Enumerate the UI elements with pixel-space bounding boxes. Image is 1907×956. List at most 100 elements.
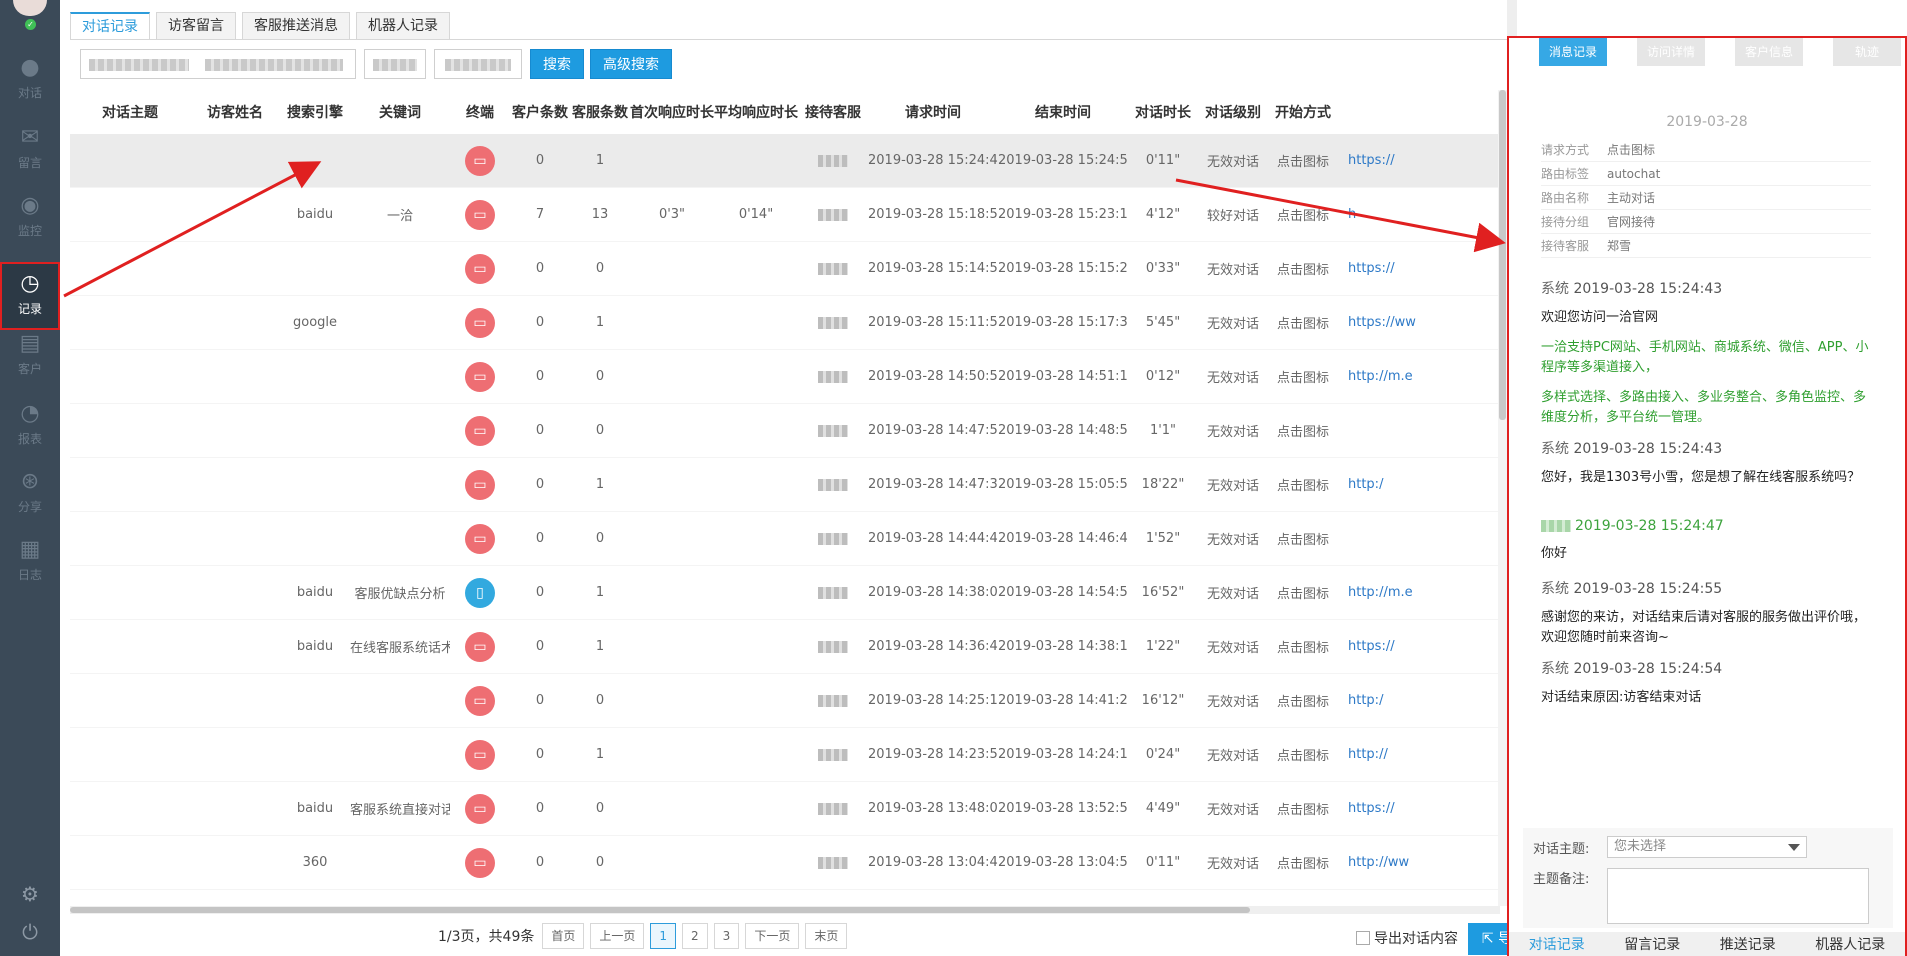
url-link[interactable]: http:// [1338,747,1450,762]
table-cell: 点击图标 [1276,533,1329,548]
nav-item-share[interactable]: ⊛ 分享 [0,460,60,524]
table-cell [798,639,868,654]
table-cell: 1 [595,747,605,762]
column-header: 请求时间 [905,105,961,121]
table-cell: 2019-03-28 14:23:52 [868,747,998,762]
table-row[interactable]: ▭ 0 0 2019-03-28 14:44:49 2019-03-28 14:46:4… [70,512,1500,566]
tab-conversation-records[interactable]: 对话记录 [70,12,150,39]
url-link[interactable]: http:/ [1338,693,1450,708]
desktop-device-icon: ▭ [465,199,495,230]
table-cell: 2019-03-28 14:51:10 [998,369,1128,384]
topic-select[interactable]: 您未选择 [1607,836,1807,858]
table-cell: 2019-03-28 14:47:55 [868,423,998,438]
info-row: 接待分组 官网接待 [1541,210,1871,234]
table-cell: 2019-03-28 14:54:53 [998,585,1128,600]
table-cell: 点击图标 [1276,587,1329,602]
nav-item-monitor[interactable]: ◉ 监控 [0,184,60,248]
table-row[interactable]: baidu 客服优缺点分析 ▯ 0 1 2019-03-28 14:38:00 2019-0… [70,566,1500,620]
tab-visitor-messages[interactable]: 访客留言 [156,12,236,39]
bottom-tab-conversation-records[interactable]: 对话记录 [1529,934,1585,954]
table-cell: 1 [595,315,605,330]
date-range-input[interactable] [80,49,356,79]
url-link[interactable]: http://m.e [1338,585,1450,600]
table-cell: 点击图标 [1276,857,1329,872]
panel-tab-track[interactable]: 轨迹 [1833,38,1901,66]
export-icon: ⇱ [1481,931,1494,947]
nav-item-reports[interactable]: ◔ 报表 [0,392,60,456]
table-cell [798,207,868,222]
table-row[interactable]: ▭ 0 1 2019-03-28 14:23:52 2019-03-28 14:24:1… [70,728,1500,782]
url-link[interactable]: http:/ [1338,477,1450,492]
first-page-button[interactable]: 首页 [542,923,585,949]
bottom-tab-message-records[interactable]: 留言记录 [1624,934,1680,954]
table-cell: 无效对话 [1206,263,1259,278]
advanced-search-button[interactable]: 高级搜索 [590,49,672,79]
page-button-3[interactable]: 3 [713,923,740,949]
table-row[interactable]: ▭ 0 0 2019-03-28 14:47:55 2019-03-28 14:48:5… [70,404,1500,458]
desktop-device-icon: ▭ [465,307,495,338]
pagination: 1/3页，共49条 首页 上一页 1 2 3 下一页 末页 [438,922,853,950]
info-key: 请求方式 [1541,143,1590,157]
table-cell: 16'12" [1141,693,1185,708]
panel-tab-customer-info[interactable]: 客户信息 [1735,38,1803,66]
next-page-button[interactable]: 下一页 [745,923,800,949]
message-text: 感谢您的来访，对话结束后请对客服的服务做出评价哦，欢迎您随时前来咨询~ [1541,610,1867,645]
nav-item-chat[interactable]: ● 对话 [0,46,60,110]
table-row[interactable]: baidu 一洽 ▭ 7 13 0'3" 0'14" 2019-03-28 15:18:51 2… [70,188,1500,242]
table-row[interactable]: google ▭ 0 1 2019-03-28 15:11:50 2019-03-28 1… [70,296,1500,350]
topic-note-textarea[interactable] [1607,868,1869,924]
column-header: 搜索引擎 [287,105,343,121]
url-link[interactable]: https:// [1338,639,1450,654]
chat-icon: ● [20,55,40,80]
table-cell: 一洽 [386,209,413,224]
url-link[interactable]: http://ww [1338,855,1450,870]
table-cell: 1 [595,585,605,600]
conversation-date: 2019-03-28 [1666,114,1748,130]
power-icon[interactable]: ⏻ [18,920,42,944]
url-link[interactable]: https:// [1338,261,1450,276]
nav-item-records[interactable]: ◷ 记录 [0,262,60,330]
page-button-1[interactable]: 1 [650,923,677,949]
bottom-tab-push-records[interactable]: 推送记录 [1720,934,1776,954]
url-link[interactable]: https:// [1338,801,1450,816]
table-cell: 0 [535,693,545,708]
nav-item-message[interactable]: ✉ 留言 [0,116,60,180]
table-cell: 无效对话 [1206,317,1259,332]
panel-tab-messages[interactable]: 消息记录 [1539,38,1607,66]
panel-tab-visit-details[interactable]: 访问详情 [1637,38,1705,66]
table-row[interactable]: ▭ 0 0 2019-03-28 14:25:14 2019-03-28 14:41:2… [70,674,1500,728]
table-row[interactable]: baidu 在线客服系统话术 ▭ 0 1 2019-03-28 14:36:47 2019-… [70,620,1500,674]
tab-robot-records[interactable]: 机器人记录 [356,12,450,39]
vertical-scrollbar[interactable] [1498,90,1507,906]
table-row[interactable]: ▭ 0 1 2019-03-28 15:24:43 2019-03-28 15:24:5… [70,134,1500,188]
filter-select-2[interactable] [434,49,522,79]
url-link[interactable]: https://ww [1338,315,1450,330]
last-page-button[interactable]: 末页 [805,923,848,949]
nav-item-customers[interactable]: ▤ 客户 [0,322,60,386]
table-cell: 0 [535,423,545,438]
table-row[interactable]: 360 ▭ 0 0 2019-03-28 13:04:42 2019-03-28 13:0… [70,836,1500,890]
url-link[interactable]: http://m.e [1338,369,1450,384]
settings-icon[interactable]: ⚙ [18,882,42,906]
search-button[interactable]: 搜索 [530,49,584,79]
url-link[interactable]: h [1338,207,1450,222]
bottom-tab-robot-records[interactable]: 机器人记录 [1815,934,1885,954]
tab-agent-push[interactable]: 客服推送消息 [242,12,350,39]
table-row[interactable]: baidu 客服系统直接对话 ▭ 0 0 2019-03-28 13:48:05 2019-… [70,782,1500,836]
avatar[interactable] [13,0,47,16]
url-link[interactable]: https:// [1338,153,1450,168]
filter-select-1[interactable] [364,49,426,79]
table-row[interactable]: ▭ 0 1 2019-03-28 14:47:37 2019-03-28 15:05:5… [70,458,1500,512]
export-content-option[interactable]: 导出对话内容 [1356,928,1458,948]
table-cell: ▭ [450,469,510,500]
horizontal-scrollbar[interactable] [70,906,1500,914]
table-row[interactable]: ▭ 0 0 2019-03-28 14:50:58 2019-03-28 14:51:1… [70,350,1500,404]
table-cell: 点击图标 [1276,425,1329,440]
table-cell: 2019-03-28 15:05:59 [998,477,1128,492]
table-row[interactable]: ▭ 0 0 2019-03-28 15:14:51 2019-03-28 15:15:2… [70,242,1500,296]
export-content-checkbox[interactable] [1356,931,1370,945]
share-icon: ⊛ [20,469,40,494]
page-button-2[interactable]: 2 [682,923,708,949]
prev-page-button[interactable]: 上一页 [590,923,645,949]
nav-item-logs[interactable]: ▦ 日志 [0,528,60,592]
